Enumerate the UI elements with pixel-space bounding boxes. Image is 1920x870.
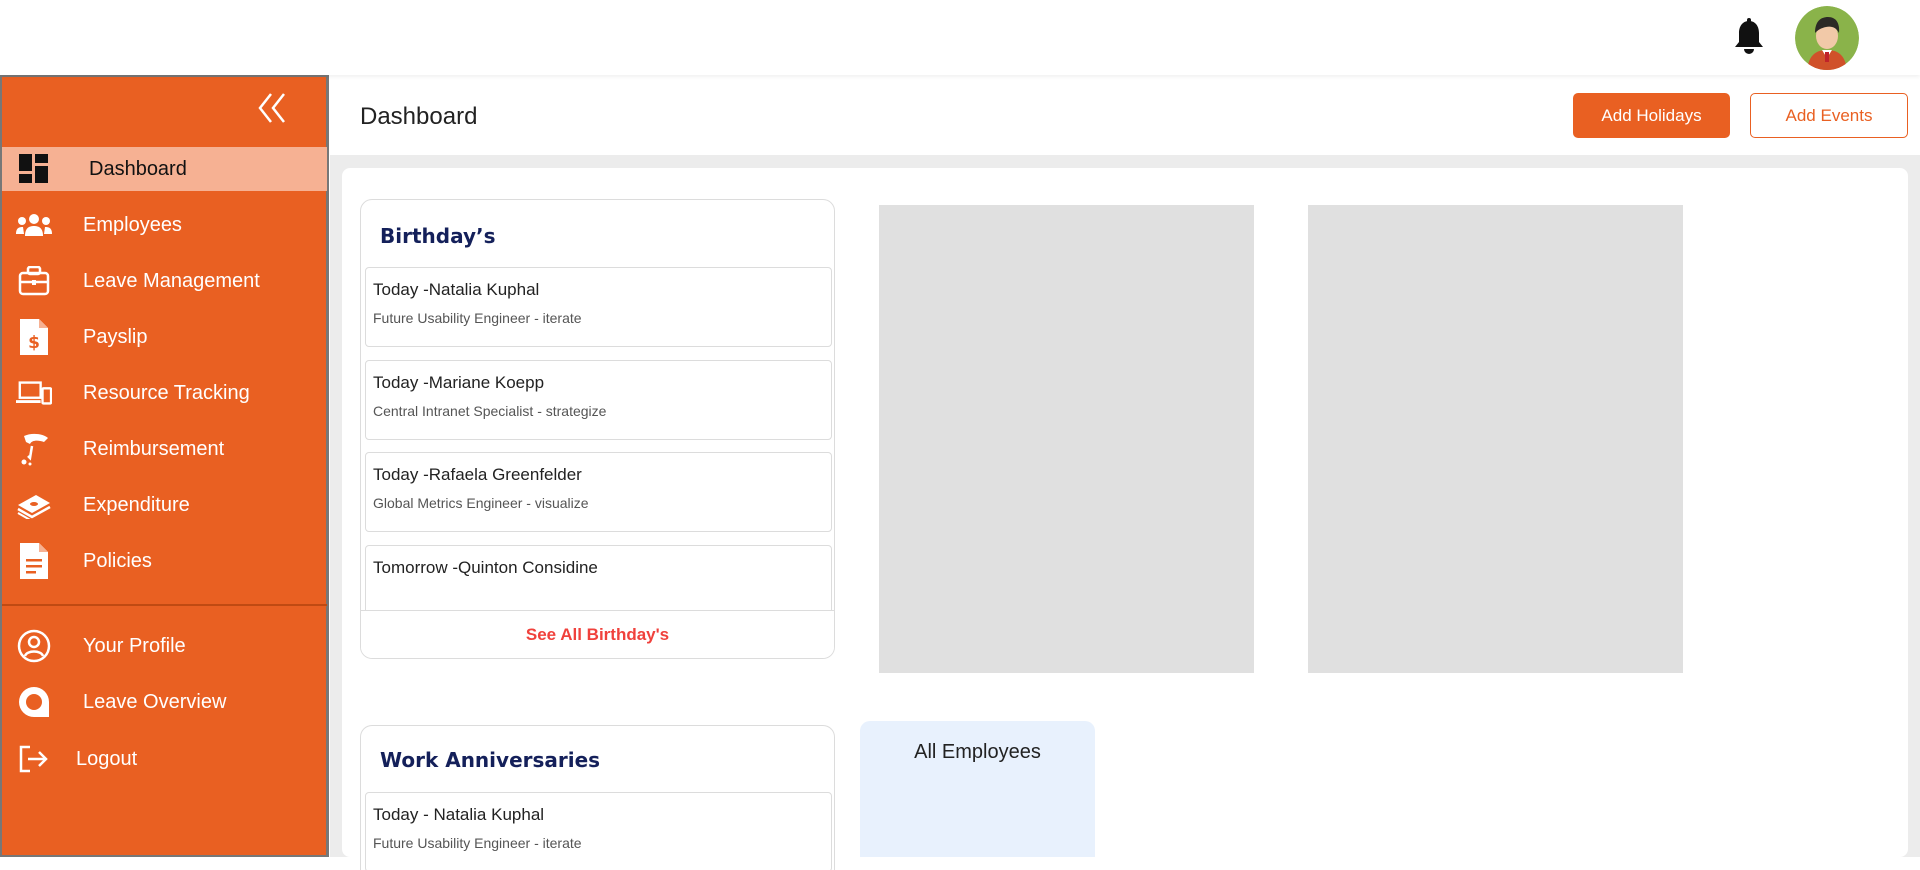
all-employees-card[interactable]: All Employees bbox=[860, 721, 1095, 857]
sidebar-item-label: Resource Tracking bbox=[83, 382, 250, 404]
birthday-role: Future Usability Engineer - iterate bbox=[373, 310, 582, 326]
sidebar-item-your-profile[interactable]: Your Profile bbox=[2, 624, 327, 668]
sidebar-item-expenditure[interactable]: Expenditure bbox=[2, 483, 327, 527]
work-anniversaries-title: Work Anniversaries bbox=[380, 748, 601, 772]
user-avatar[interactable] bbox=[1795, 6, 1859, 70]
sidebar-item-employees[interactable]: Employees bbox=[2, 203, 327, 247]
sidebar: Dashboard Employees Leave Management $ P… bbox=[0, 75, 329, 857]
loading-placeholder bbox=[1308, 205, 1683, 673]
anniversary-name: Today - Natalia Kuphal bbox=[373, 805, 545, 824]
all-employees-title: All Employees bbox=[914, 741, 1041, 763]
birthday-name: Today -Rafaela Greenfelder bbox=[373, 465, 582, 484]
sidebar-item-logout[interactable]: Logout bbox=[2, 737, 327, 781]
page-title: Dashboard bbox=[360, 103, 478, 130]
birthday-role: Global Metrics Engineer - visualize bbox=[373, 495, 589, 511]
bell-icon[interactable] bbox=[1732, 18, 1766, 56]
birthday-name: Today -Mariane Koepp bbox=[373, 373, 545, 392]
anniversary-role: Future Usability Engineer - iterate bbox=[373, 835, 582, 851]
loading-placeholder bbox=[879, 205, 1254, 673]
sidebar-item-label: Reimbursement bbox=[83, 438, 225, 460]
sidebar-item-label: Your Profile bbox=[83, 635, 186, 657]
sidebar-item-label: Expenditure bbox=[83, 494, 190, 516]
sidebar-item-resource-tracking[interactable]: Resource Tracking bbox=[2, 371, 327, 415]
user-circle-icon bbox=[16, 629, 52, 663]
top-bar bbox=[0, 0, 1920, 75]
hand-coin-icon bbox=[16, 433, 52, 466]
birthdays-card: Birthday’s Today -Natalia Kuphal Future … bbox=[360, 199, 835, 659]
birthday-role: Central Intranet Specialist - strategize bbox=[373, 403, 607, 419]
sidebar-item-payslip[interactable]: $ Payslip bbox=[2, 315, 327, 359]
sidebar-item-leave-management[interactable]: Leave Management bbox=[2, 259, 327, 303]
sidebar-item-label: Employees bbox=[83, 214, 182, 236]
list-item[interactable]: Today -Mariane Koepp Central Intranet Sp… bbox=[365, 360, 832, 440]
sidebar-item-label: Leave Overview bbox=[83, 691, 227, 713]
overview-icon bbox=[16, 686, 52, 718]
dashboard-icon bbox=[16, 153, 52, 185]
birthday-name: Today -Natalia Kuphal bbox=[373, 280, 540, 299]
sidebar-item-leave-overview[interactable]: Leave Overview bbox=[2, 680, 327, 724]
work-anniversaries-card: Work Anniversaries Today - Natalia Kupha… bbox=[360, 725, 835, 870]
sidebar-item-label: Leave Management bbox=[83, 270, 260, 292]
list-item[interactable]: Today - Natalia Kuphal Future Usability … bbox=[365, 792, 832, 870]
group-icon bbox=[16, 209, 52, 241]
briefcase-icon bbox=[16, 265, 52, 297]
sidebar-item-label: Logout bbox=[76, 748, 138, 770]
devices-icon bbox=[16, 377, 52, 409]
sidebar-item-label: Payslip bbox=[83, 326, 148, 348]
logout-icon bbox=[16, 743, 52, 775]
birthdays-title: Birthday’s bbox=[380, 224, 496, 248]
list-item[interactable]: Today -Natalia Kuphal Future Usability E… bbox=[365, 267, 832, 347]
sidebar-item-policies[interactable]: Policies bbox=[2, 539, 327, 583]
add-holidays-button[interactable]: Add Holidays bbox=[1573, 93, 1730, 138]
dollar-document-icon: $ bbox=[16, 319, 52, 355]
sidebar-item-dashboard[interactable]: Dashboard bbox=[2, 147, 327, 191]
sidebar-item-reimbursement[interactable]: Reimbursement bbox=[2, 427, 327, 471]
sidebar-divider bbox=[2, 604, 327, 606]
list-item[interactable]: Today -Rafaela Greenfelder Global Metric… bbox=[365, 452, 832, 532]
money-stack-icon bbox=[16, 489, 52, 521]
birthday-name: Tomorrow -Quinton Considine bbox=[373, 558, 598, 577]
sidebar-item-label: Dashboard bbox=[89, 158, 187, 180]
add-events-button[interactable]: Add Events bbox=[1750, 93, 1908, 138]
see-all-birthdays-link[interactable]: See All Birthday's bbox=[361, 610, 834, 658]
document-icon bbox=[16, 543, 52, 579]
sidebar-item-label: Policies bbox=[83, 550, 152, 572]
double-chevron-left-icon[interactable] bbox=[256, 91, 288, 125]
svg-text:$: $ bbox=[28, 333, 40, 353]
